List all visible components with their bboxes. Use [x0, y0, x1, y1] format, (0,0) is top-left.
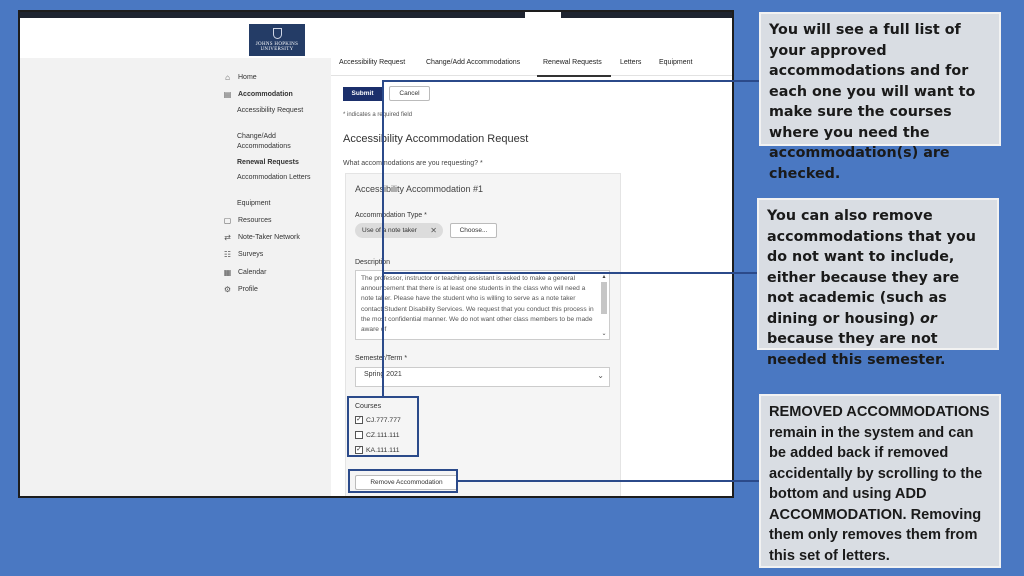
- sidebar-subitem-accessibility-request[interactable]: Accessibility Request: [237, 106, 317, 116]
- required-field-note: * indicates a required field: [343, 112, 413, 118]
- chevron-down-icon: ⌄: [597, 371, 604, 380]
- list-icon: ▤: [223, 90, 232, 99]
- accommodation-type-chip: Use of a note taker ✕: [355, 223, 443, 238]
- sidebar-subitem-equipment[interactable]: Equipment: [237, 199, 317, 209]
- callout-text-part: because they are not needed this semeste…: [767, 331, 946, 368]
- share-icon: ⇄: [224, 233, 231, 242]
- sidebar-item-home[interactable]: ⌂ Home: [223, 73, 257, 82]
- scrollbar-thumb[interactable]: [601, 282, 607, 314]
- tab-equipment[interactable]: Equipment: [659, 59, 692, 66]
- shield-icon: [273, 28, 282, 39]
- tab-renewal-requests[interactable]: Renewal Requests: [543, 59, 602, 66]
- cancel-button[interactable]: Cancel: [389, 86, 430, 101]
- sidebar-item-label: Resources: [238, 217, 272, 224]
- sidebar-item-label: Profile: [238, 286, 258, 293]
- sidebar-subitem-renewal-requests[interactable]: Renewal Requests: [237, 158, 317, 168]
- sidebar-subitem-accommodation-letters[interactable]: Accommodation Letters: [237, 173, 317, 183]
- callout-emphasis: or: [919, 310, 937, 327]
- book-icon: ▢: [223, 216, 232, 225]
- people-icon: ☷: [223, 250, 232, 259]
- tab-letters[interactable]: Letters: [620, 59, 641, 66]
- description-text: The professor, instructor or teaching as…: [361, 275, 594, 334]
- connector-line-1-horizontal: [382, 80, 760, 82]
- callout-remove-accommodations: You can also remove accommodations that …: [757, 198, 999, 368]
- active-tab-indicator: [537, 75, 611, 77]
- sidebar-item-label: Surveys: [238, 251, 264, 258]
- sidebar-item-surveys[interactable]: ☷ Surveys: [223, 250, 263, 259]
- sidebar-item-note-taker[interactable]: ⇄ Note-Taker Network: [223, 233, 300, 242]
- tab-bar: Accessibility Request Change/Add Accommo…: [331, 52, 732, 77]
- tab-change-add[interactable]: Change/Add Accommodations: [426, 59, 520, 66]
- gear-icon: ⚙: [223, 285, 232, 294]
- close-icon[interactable]: ✕: [430, 223, 437, 238]
- description-label: Description: [355, 259, 391, 266]
- page-title: Accessibility Accommodation Request: [343, 133, 529, 145]
- description-textarea[interactable]: The professor, instructor or teaching as…: [355, 270, 610, 340]
- sidebar-subitem-change-add[interactable]: Change/Add Accommodations: [237, 132, 317, 152]
- sidebar-item-label: Accommodation: [238, 91, 293, 98]
- home-icon: ⌂: [225, 73, 230, 82]
- callout-text-part: You can also remove accommodations that …: [767, 208, 976, 327]
- university-logo[interactable]: JOHNS HOPKINS UNIVERSITY: [249, 24, 305, 56]
- connector-line-2: [384, 272, 758, 274]
- accommodations-question: What accommodations are you requesting? …: [343, 160, 483, 167]
- scroll-down-icon[interactable]: ⌄: [600, 329, 608, 339]
- callout-text: You will see a full list of your approve…: [769, 22, 976, 182]
- sidebar-item-resources[interactable]: ▢ Resources: [223, 216, 272, 225]
- semester-select[interactable]: Spring 2021 ⌄: [355, 367, 610, 387]
- submit-button[interactable]: Submit: [343, 87, 382, 101]
- callout-text: REMOVED ACCOMMODATIONS remain in the sys…: [769, 404, 990, 564]
- sidebar: ⌂ Home ▤ Accommodation Accessibility Req…: [20, 58, 331, 496]
- remove-button-highlight-box: [348, 469, 458, 493]
- type-label: Accommodation Type *: [355, 212, 427, 219]
- sidebar-item-profile[interactable]: ⚙ Profile: [223, 285, 258, 294]
- description-scrollbar[interactable]: ▴ ⌄: [600, 273, 608, 337]
- logo-text: JOHNS HOPKINS UNIVERSITY: [255, 42, 299, 52]
- sidebar-item-label: Note-Taker Network: [238, 234, 300, 241]
- callout-check-courses: You will see a full list of your approve…: [759, 12, 1001, 182]
- sidebar-item-accommodation[interactable]: ▤ Accommodation: [223, 90, 293, 99]
- choose-button[interactable]: Choose...: [450, 223, 497, 238]
- sidebar-item-label: Calendar: [238, 269, 267, 276]
- sidebar-item-calendar[interactable]: ▦ Calendar: [223, 268, 267, 277]
- connector-line-3: [458, 480, 760, 482]
- courses-highlight-box: [347, 396, 419, 457]
- chip-label: Use of a note taker: [362, 227, 417, 234]
- callout-removed-accommodations: REMOVED ACCOMMODATIONS remain in the sys…: [759, 394, 1001, 568]
- connector-line-1-vertical: [382, 80, 384, 396]
- card-title: Accessibility Accommodation #1: [355, 184, 484, 194]
- sidebar-item-label: Home: [238, 74, 257, 81]
- tab-accessibility-request[interactable]: Accessibility Request: [339, 59, 405, 66]
- calendar-icon: ▦: [223, 268, 232, 277]
